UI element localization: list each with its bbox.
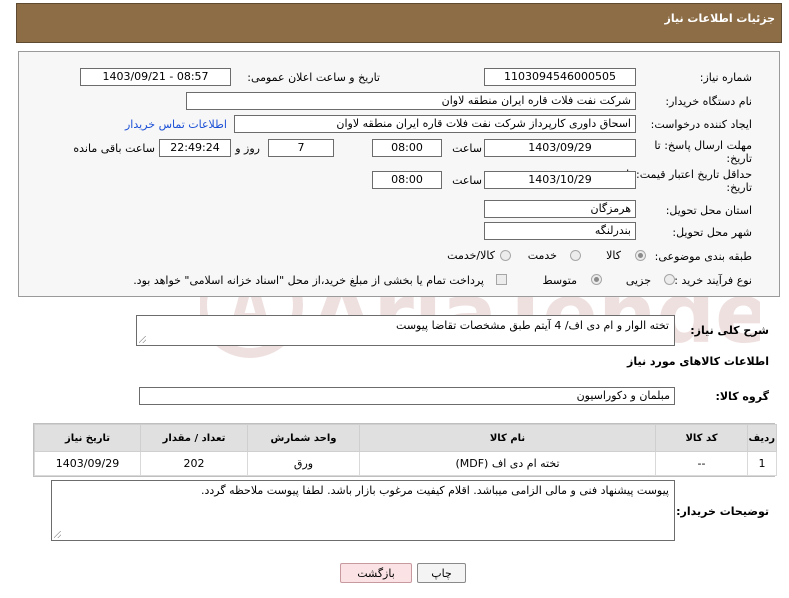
reply-deadline-days-field[interactable]: 7: [268, 139, 334, 157]
need-number-field[interactable]: 1103094546000505: [484, 68, 636, 86]
price-validity-label-line1: حداقل تاریخ اعتبار قیمت: تا: [626, 168, 752, 181]
buyer-org-field[interactable]: شرکت نفت فلات قاره ایران منطقه لاوان: [186, 92, 636, 110]
reply-deadline-days-label: روز و: [235, 142, 260, 155]
category-option-service: خدمت: [527, 249, 557, 262]
price-validity-date-field[interactable]: 1403/10/29: [484, 171, 636, 189]
goods-group-field[interactable]: مبلمان و دکوراسیون: [139, 387, 675, 405]
cell-need-date: 1403/09/29: [34, 451, 141, 476]
purchase-type-option-medium: متوسط: [542, 274, 577, 287]
need-number-label: شماره نیاز:: [699, 71, 752, 84]
requester-label: ایجاد کننده درخواست:: [650, 118, 752, 131]
reply-deadline-time-field[interactable]: 08:00: [372, 139, 442, 157]
delivery-city-label: شهر محل تحویل:: [672, 226, 752, 239]
cell-item-code: --: [655, 451, 748, 476]
column-header-unit: واحد شمارش: [247, 424, 360, 452]
summary-label: شرح کلی نیاز:: [690, 324, 769, 337]
price-validity-time-field[interactable]: 08:00: [372, 171, 442, 189]
purchase-type-radio-minor[interactable]: [664, 274, 675, 285]
delivery-province-label: استان محل تحویل:: [665, 204, 752, 217]
cell-quantity: 202: [140, 451, 248, 476]
summary-text: تخته الوار و ام دی اف/ 4 آیتم طبق مشخصات…: [396, 319, 669, 332]
goods-group-label: گروه کالا:: [715, 390, 769, 403]
table-header-row: ردیف کد کالا نام کالا واحد شمارش تعداد /…: [34, 424, 777, 452]
price-validity-label-line2: تاریخ:: [726, 181, 752, 194]
table-row[interactable]: 1 -- تخته ام دی اف (MDF) ورق 202 1403/09…: [34, 451, 777, 476]
delivery-province-field[interactable]: هرمزگان: [484, 200, 636, 218]
reply-deadline-remaining-label: ساعت باقی مانده: [73, 142, 155, 155]
column-header-item-code: کد کالا: [655, 424, 748, 452]
print-button[interactable]: چاپ: [417, 563, 466, 583]
summary-textarea[interactable]: تخته الوار و ام دی اف/ 4 آیتم طبق مشخصات…: [136, 315, 675, 346]
category-option-goods-service: کالا/خدمت: [447, 249, 495, 262]
buyer-contact-link[interactable]: اطلاعات تماس خریدار: [125, 118, 227, 131]
page-title: جزئیات اطلاعات نیاز: [664, 12, 776, 25]
purchase-type-option-minor: جزیی: [625, 274, 651, 287]
category-radio-goods-service[interactable]: [500, 250, 511, 261]
category-radio-service[interactable]: [570, 250, 581, 261]
goods-info-title: اطلاعات کالاهای مورد نیاز: [627, 355, 769, 368]
buyer-notes-label: توضیحات خریدار:: [676, 505, 769, 518]
announce-datetime-label: تاریخ و ساعت اعلان عمومی:: [247, 71, 380, 84]
announce-datetime-field[interactable]: 1403/09/21 - 08:57: [80, 68, 231, 86]
purchase-type-label: نوع فرآیند خرید :: [674, 274, 752, 287]
items-table: ردیف کد کالا نام کالا واحد شمارش تعداد /…: [33, 423, 777, 477]
category-radio-goods[interactable]: [635, 250, 646, 261]
cell-item-name: تخته ام دی اف (MDF): [359, 451, 656, 476]
reply-deadline-label-line2: تاریخ:: [726, 152, 752, 165]
buyer-notes-text: پیوست پیشنهاد فنی و مالی الزامی میباشد. …: [201, 484, 669, 497]
column-header-need-date: تاریخ نیاز: [34, 424, 141, 452]
category-label: طبقه بندی موضوعی:: [654, 250, 752, 263]
buyer-org-label: نام دستگاه خریدار:: [665, 95, 752, 108]
treasury-payment-note: پرداخت تمام یا بخشی از مبلغ خرید،از محل …: [133, 274, 484, 287]
resize-handle-icon[interactable]: [139, 336, 146, 343]
reply-deadline-label-line1: مهلت ارسال پاسخ: تا: [654, 139, 752, 152]
back-button[interactable]: بازگشت: [340, 563, 412, 583]
column-header-row-number: ردیف: [747, 424, 777, 452]
reply-deadline-remaining-field[interactable]: 22:49:24: [159, 139, 231, 157]
reply-deadline-time-label: ساعت: [452, 142, 482, 155]
requester-field[interactable]: اسحاق داوری کارپرداز شرکت نفت فلات قاره …: [234, 115, 636, 133]
purchase-type-radio-medium[interactable]: [591, 274, 602, 285]
resize-handle-icon[interactable]: [54, 531, 61, 538]
buyer-notes-textarea[interactable]: پیوست پیشنهاد فنی و مالی الزامی میباشد. …: [51, 480, 675, 541]
reply-deadline-date-field[interactable]: 1403/09/29: [484, 139, 636, 157]
treasury-payment-checkbox[interactable]: [496, 274, 507, 285]
price-validity-time-label: ساعت: [452, 174, 482, 187]
delivery-city-field[interactable]: بندرلنگه: [484, 222, 636, 240]
column-header-quantity: تعداد / مقدار: [140, 424, 248, 452]
cell-unit: ورق: [247, 451, 360, 476]
category-option-goods: کالا: [606, 249, 621, 262]
column-header-item-name: نام کالا: [359, 424, 656, 452]
cell-row-number: 1: [747, 451, 777, 476]
